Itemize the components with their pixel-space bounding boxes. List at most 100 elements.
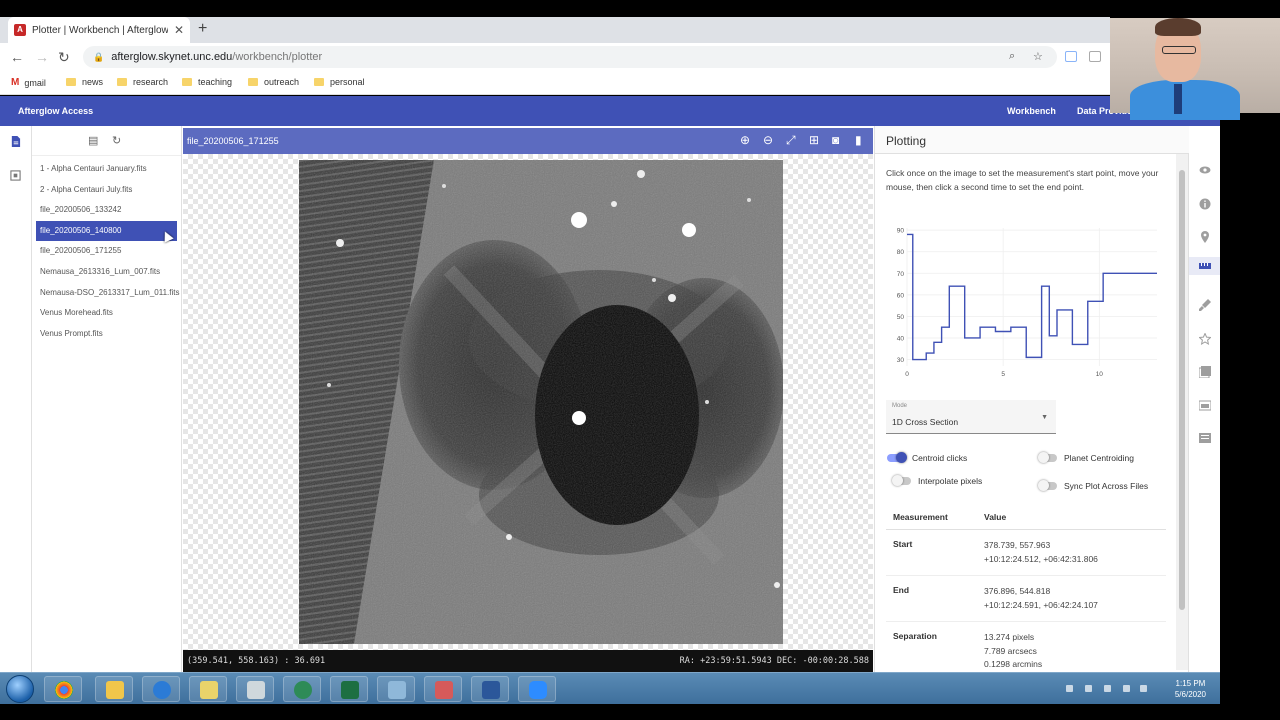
gmail-icon: M	[11, 77, 20, 88]
tray-icon[interactable]	[1066, 685, 1073, 692]
plotting-panel: Plotting Click once on the image to set …	[874, 126, 1189, 672]
app-taskbar-button[interactable]	[189, 676, 227, 702]
value-column-header: Value	[984, 511, 1007, 522]
app-taskbar-button[interactable]	[142, 676, 180, 702]
app-taskbar-button[interactable]	[236, 676, 274, 702]
excel-taskbar-button[interactable]	[330, 676, 368, 702]
extension-icon[interactable]	[1065, 51, 1077, 62]
bookmark-star-icon[interactable]: ☆	[1033, 50, 1043, 63]
bookmark-teaching[interactable]: teaching	[182, 77, 232, 87]
planet-centroiding-toggle[interactable]: Planet Centroiding	[1038, 452, 1134, 463]
zoom-search-icon[interactable]: ⌕	[1009, 50, 1015, 63]
remove-files-icon[interactable]: ▤	[88, 134, 98, 147]
file-item[interactable]: Venus Prompt.fits	[32, 324, 181, 345]
windows-start-icon[interactable]	[6, 675, 34, 703]
toggle-track	[887, 452, 907, 463]
bookmark-gmail[interactable]: Mgmail	[11, 77, 46, 88]
file-item[interactable]: Nemausa_2613316_Lum_007.fits	[32, 262, 181, 283]
app-brand[interactable]: Afterglow Access	[18, 106, 93, 116]
toggle-label: Interpolate pixels	[918, 476, 983, 486]
zoom-out-icon[interactable]: ⊖	[763, 133, 773, 147]
zoom-taskbar-button[interactable]	[518, 676, 556, 702]
mode-select[interactable]: Mode 1D Cross Section ▼	[886, 400, 1056, 434]
cross-section-plot[interactable]: 30 40 50 60 70 80 90 0 5 10	[889, 220, 1159, 385]
sync-plot-toggle[interactable]: Sync Plot Across Files	[1038, 480, 1148, 491]
browser-tab[interactable]: A Plotter | Workbench | Afterglow A ✕	[8, 17, 190, 43]
explorer-taskbar-button[interactable]	[95, 676, 133, 702]
plot-panel-scrollbar[interactable]	[1176, 154, 1188, 670]
library-icon[interactable]	[10, 170, 21, 181]
file-list: 1 - Alpha Centauri January.fits 2 - Alph…	[32, 156, 181, 344]
zoom-in-icon[interactable]: ⊕	[740, 133, 750, 147]
astronomy-image[interactable]	[299, 160, 783, 644]
interpolate-pixels-toggle[interactable]: Interpolate pixels	[892, 475, 983, 486]
system-clock[interactable]: 1:15 PM 5/6/2020	[1175, 678, 1206, 700]
word-icon	[482, 681, 500, 699]
row-value: 376.896, 544.818 +10:12:24.591, +06:42:24…	[984, 585, 1098, 612]
location-pin-icon[interactable]	[1199, 231, 1211, 243]
network-icon[interactable]	[1123, 685, 1130, 692]
file-item[interactable]: 2 - Alpha Centauri July.fits	[32, 180, 181, 201]
chrome-icon	[55, 681, 73, 699]
tab-title: Plotter | Workbench | Afterglow A	[32, 24, 168, 36]
centroid-clicks-toggle[interactable]: Centroid clicks	[887, 452, 967, 463]
bookmark-personal[interactable]: personal	[314, 77, 365, 87]
notes-icon	[200, 681, 218, 699]
address-bar[interactable]: 🔒 afterglow.skynet.unc.edu/workbench/plo…	[83, 46, 1057, 68]
file-icon[interactable]	[10, 136, 21, 147]
table-header: Measurement Value	[886, 504, 1166, 530]
row-value: 13.274 pixels 7.789 arcsecs 0.1298 arcmins	[984, 631, 1042, 672]
reload-icon[interactable]: ↻	[58, 49, 70, 66]
eye-icon[interactable]	[1199, 164, 1211, 176]
app-taskbar-button[interactable]	[283, 676, 321, 702]
bookmark-news[interactable]: news	[66, 77, 103, 87]
url-path: /workbench/plotter	[232, 51, 323, 63]
y-tick-label: 50	[897, 314, 905, 321]
viewer-toolbar: file_20200506_171255 ⊕ ⊖ ⤢ ⊞ ◙ ▮	[183, 128, 873, 154]
bookmark-research[interactable]: research	[117, 77, 168, 87]
file-item[interactable]: Venus Morehead.fits	[32, 303, 181, 324]
photometry-icon[interactable]	[1199, 432, 1211, 444]
tray-icon[interactable]	[1104, 685, 1111, 692]
volume-icon[interactable]	[1140, 685, 1147, 692]
zoom-fit-icon[interactable]: ⤢	[786, 133, 796, 148]
file-item[interactable]: file_20200506_133242	[32, 200, 181, 221]
star-icon[interactable]	[1199, 333, 1211, 345]
file-item[interactable]: file_20200506_171255	[32, 241, 181, 262]
presenter-shirt	[1130, 80, 1240, 120]
nav-workbench[interactable]: Workbench	[1007, 106, 1056, 116]
zoom-actual-icon[interactable]: ⊞	[809, 133, 819, 147]
plotter-tool-active[interactable]	[1189, 257, 1220, 275]
new-tab-icon[interactable]: +	[198, 20, 207, 38]
word-taskbar-button[interactable]	[471, 676, 509, 702]
align-icon[interactable]	[1199, 399, 1211, 411]
file-item[interactable]: 1 - Alpha Centauri January.fits	[32, 159, 181, 180]
chrome-taskbar-button[interactable]	[44, 676, 82, 702]
app-taskbar-button[interactable]	[377, 676, 415, 702]
tray-icon[interactable]	[1085, 685, 1092, 692]
stack-icon[interactable]	[1199, 366, 1211, 378]
camera-icon[interactable]: ◙	[832, 133, 839, 147]
extension-icon[interactable]	[1089, 51, 1101, 62]
app-taskbar-button[interactable]	[424, 676, 462, 702]
lock-icon: 🔒	[93, 51, 105, 62]
image-canvas[interactable]	[183, 154, 873, 650]
table-row-end: End 376.896, 544.818 +10:12:24.591, +06:4…	[886, 576, 1166, 622]
row-label: End	[893, 585, 910, 595]
file-list-panel: ▤ ↻ 1 - Alpha Centauri January.fits 2 - …	[32, 126, 182, 672]
refresh-icon[interactable]: ↻	[112, 134, 121, 147]
separation-arcsecs: 7.789 arcsecs	[984, 645, 1037, 656]
info-icon[interactable]	[1199, 198, 1211, 210]
windows-taskbar: 1:15 PM 5/6/2020	[0, 672, 1220, 704]
bookmark-outreach[interactable]: outreach	[248, 77, 299, 87]
brush-icon[interactable]	[1199, 299, 1211, 311]
forward-icon[interactable]: →	[35, 49, 49, 65]
folder-icon	[248, 78, 258, 86]
back-icon[interactable]: ←	[10, 49, 24, 65]
delete-icon[interactable]: ▮	[855, 133, 862, 147]
file-item[interactable]: Nemausa-DSO_2613317_Lum_011.fits	[32, 283, 181, 304]
scrollbar-thumb[interactable]	[1179, 170, 1185, 610]
close-tab-icon[interactable]: ✕	[174, 23, 184, 37]
file-item-selected[interactable]: file_20200506_140800	[36, 220, 177, 242]
globe-icon	[294, 681, 312, 699]
